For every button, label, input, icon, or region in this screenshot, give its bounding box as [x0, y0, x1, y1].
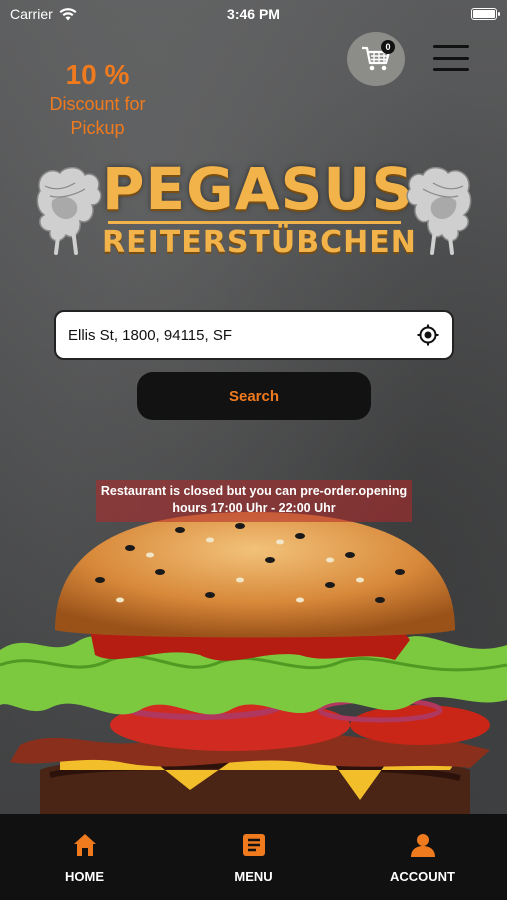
status-time: 3:46 PM — [227, 6, 280, 22]
discount-percent: 10 % — [65, 59, 130, 90]
hamburger-line — [433, 45, 469, 48]
cart-button[interactable]: 0 — [347, 32, 405, 86]
battery-icon — [471, 8, 500, 20]
restaurant-logo: PEGASUS REITERSTÜBCHEN — [30, 155, 478, 265]
home-icon — [73, 833, 96, 856]
nav-item-account[interactable]: ACCOUNT — [363, 831, 483, 884]
logo-divider — [108, 221, 401, 224]
nav-item-home[interactable]: HOME — [25, 831, 145, 884]
address-field[interactable] — [54, 310, 454, 360]
discount-banner: 10 % Discount for Pickup — [30, 58, 165, 140]
status-left: Carrier — [10, 6, 77, 22]
menu-book-icon — [242, 833, 265, 856]
nav-label: ACCOUNT — [390, 868, 455, 884]
discount-text: Discount for Pickup — [49, 94, 146, 138]
hamburger-line — [433, 56, 469, 60]
nav-label: MENU — [234, 868, 273, 884]
status-bar: Carrier 3:46 PM — [0, 0, 507, 28]
hamburger-line — [433, 68, 469, 71]
search-button[interactable]: Search — [137, 372, 371, 420]
burger-image — [0, 500, 507, 815]
restaurant-closed-notice: Restaurant is closed but you can pre-ord… — [96, 480, 412, 522]
nav-label: HOME — [65, 868, 104, 884]
burger-illustration — [0, 512, 507, 815]
person-icon — [410, 833, 435, 857]
address-input[interactable] — [68, 326, 416, 344]
nav-item-menu[interactable]: MENU — [194, 831, 314, 884]
location-target-icon[interactable] — [416, 323, 440, 347]
logo-title: PEGASUS — [102, 155, 415, 223]
hamburger-menu-button[interactable] — [433, 45, 469, 71]
logo-subtitle: REITERSTÜBCHEN — [102, 225, 417, 260]
pegasus-right-icon — [406, 166, 472, 255]
carrier-label: Carrier — [10, 6, 53, 22]
wifi-icon — [59, 7, 77, 20]
cart-count-badge: 0 — [381, 40, 395, 54]
bottom-nav: HOME MENU ACCOUNT — [0, 814, 507, 900]
pegasus-left-icon — [36, 166, 102, 255]
